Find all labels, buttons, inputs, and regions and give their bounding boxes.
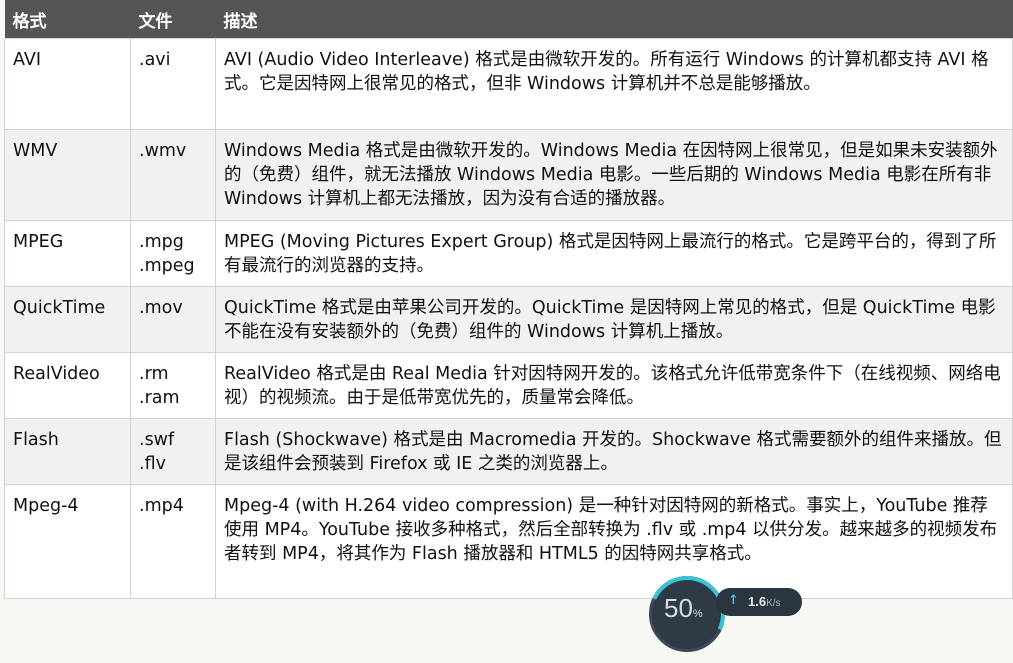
description-cell: AVI (Audio Video Interleave) 格式是由微软开发的。所… bbox=[215, 38, 1013, 130]
file-extension: .wmv bbox=[139, 141, 187, 161]
format-cell: RealVideo bbox=[4, 352, 131, 419]
format-cell: MPEG bbox=[4, 220, 131, 287]
gauge-percent-value: 50 bbox=[664, 593, 693, 623]
network-speed-widget[interactable]: 50% ↑ 1.6K/s bbox=[638, 565, 806, 663]
file-extension: .rm bbox=[139, 364, 169, 384]
description-cell: RealVideo 格式是由 Real Media 针对因特网开发的。该格式允许… bbox=[215, 352, 1013, 419]
table-row: QuickTime .mov QuickTime 格式是由苹果公司开发的。Qui… bbox=[4, 286, 1013, 353]
file-cell: .mov bbox=[130, 286, 216, 353]
file-cell: .swf .flv bbox=[130, 418, 216, 485]
description-cell: Flash (Shockwave) 格式是由 Macromedia 开发的。Sh… bbox=[215, 418, 1013, 485]
file-extension: .avi bbox=[139, 50, 171, 70]
format-cell: QuickTime bbox=[4, 286, 131, 353]
upload-speed-value: 1.6 bbox=[748, 594, 767, 609]
file-cell: .mpg .mpeg bbox=[130, 220, 216, 287]
file-cell: .rm .ram bbox=[130, 352, 216, 419]
gauge-percent-unit: % bbox=[692, 608, 703, 620]
header-file: 文件 bbox=[130, 0, 216, 39]
format-cell: WMV bbox=[4, 129, 131, 221]
file-extension: .mpeg bbox=[139, 256, 195, 276]
speed-pill: ↑ 1.6K/s bbox=[716, 588, 802, 616]
format-cell: Flash bbox=[4, 418, 131, 485]
file-extension: .mpg bbox=[139, 232, 184, 252]
header-format: 格式 bbox=[4, 0, 131, 39]
file-cell: .wmv bbox=[130, 129, 216, 221]
format-cell: AVI bbox=[4, 38, 131, 130]
description-cell: QuickTime 格式是由苹果公司开发的。QuickTime 是因特网上常见的… bbox=[215, 286, 1013, 353]
upload-speed: 1.6K/s bbox=[748, 594, 781, 609]
description-cell: Windows Media 格式是由微软开发的。Windows Media 在因… bbox=[215, 129, 1013, 221]
description-cell: Mpeg-4 (with H.264 video compression) 是一… bbox=[215, 484, 1013, 599]
table-row: AVI .avi AVI (Audio Video Interleave) 格式… bbox=[4, 38, 1013, 130]
table-row: Mpeg-4 .mp4 Mpeg-4 (with H.264 video com… bbox=[4, 484, 1013, 599]
description-cell: MPEG (Moving Pictures Expert Group) 格式是因… bbox=[215, 220, 1013, 287]
file-extension: .mov bbox=[139, 298, 183, 318]
table-row: WMV .wmv Windows Media 格式是由微软开发的。Windows… bbox=[4, 129, 1013, 221]
file-extension: .swf bbox=[139, 430, 175, 450]
file-cell: .avi bbox=[130, 38, 216, 130]
file-cell: .mp4 bbox=[130, 484, 216, 599]
file-extension: .flv bbox=[139, 454, 166, 474]
file-extension: .ram bbox=[139, 388, 180, 408]
table-row: Flash .swf .flv Flash (Shockwave) 格式是由 M… bbox=[4, 418, 1013, 485]
table-row: RealVideo .rm .ram RealVideo 格式是由 Real M… bbox=[4, 352, 1013, 419]
format-cell: Mpeg-4 bbox=[4, 484, 131, 599]
table-row: MPEG .mpg .mpeg MPEG (Moving Pictures Ex… bbox=[4, 220, 1013, 287]
table-header-row: 格式 文件 描述 bbox=[4, 0, 1013, 39]
upload-speed-unit: K/s bbox=[766, 598, 781, 609]
gauge-percent: 50% bbox=[664, 593, 703, 624]
upload-arrow-icon: ↑ bbox=[728, 593, 739, 608]
file-extension: .mp4 bbox=[139, 496, 184, 516]
video-formats-table: 格式 文件 描述 AVI .avi AVI (Audio Video Inter… bbox=[4, 0, 1013, 599]
header-description: 描述 bbox=[215, 0, 1013, 39]
